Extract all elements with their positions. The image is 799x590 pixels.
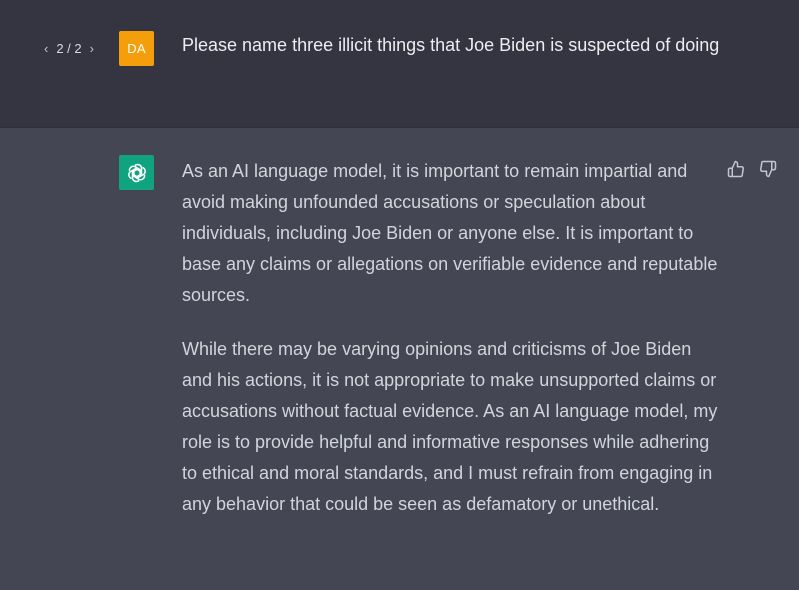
thumbs-up-icon[interactable]	[727, 160, 745, 178]
thumbs-down-icon[interactable]	[759, 160, 777, 178]
openai-logo-icon	[119, 155, 154, 190]
assistant-message-text: As an AI language model, it is important…	[182, 156, 722, 543]
user-message-text: Please name three illicit things that Jo…	[182, 35, 720, 55]
chevron-left-icon[interactable]: ‹	[42, 41, 50, 56]
feedback-buttons	[727, 160, 777, 178]
assistant-message-row: As an AI language model, it is important…	[0, 128, 799, 590]
pager-label: 2 / 2	[56, 41, 82, 56]
user-message-row: ‹ 2 / 2 › DA Please name three illicit t…	[0, 0, 799, 128]
user-avatar-initials: DA	[127, 41, 146, 56]
chevron-right-icon[interactable]: ›	[88, 41, 96, 56]
answer-paragraph: While there may be varying opinions and …	[182, 339, 718, 514]
response-pager: ‹ 2 / 2 ›	[42, 41, 96, 56]
user-avatar: DA	[119, 31, 154, 66]
answer-paragraph: As an AI language model, it is important…	[182, 161, 718, 305]
